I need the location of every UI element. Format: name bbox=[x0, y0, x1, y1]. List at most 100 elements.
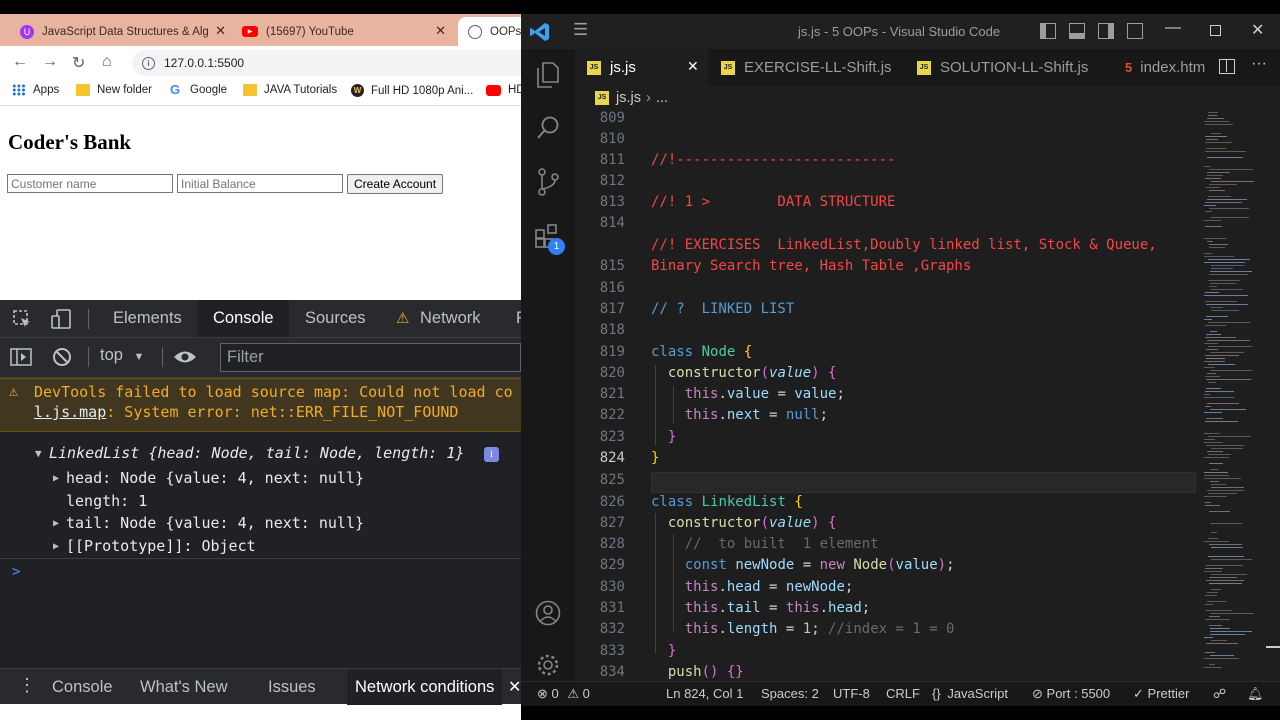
drawer-tab-console[interactable]: Console bbox=[52, 669, 113, 705]
property-tail[interactable]: tail: Node {value: 4, next: null} bbox=[66, 514, 364, 532]
console-prompt[interactable]: > bbox=[12, 564, 20, 580]
browser-tab-udemy[interactable]: U JavaScript Data Structures & Alg ✕ bbox=[10, 17, 232, 46]
site-info-icon[interactable]: i bbox=[142, 56, 155, 70]
minimap-line bbox=[1204, 571, 1222, 572]
minimap-line bbox=[1206, 334, 1221, 335]
info-icon[interactable]: i bbox=[484, 447, 499, 462]
split-editor-icon[interactable] bbox=[1219, 59, 1235, 74]
property-prototype[interactable]: [[Prototype]]: Object bbox=[66, 537, 256, 555]
end-of-line[interactable]: CRLF bbox=[886, 686, 920, 701]
toggle-sidebar-icon[interactable] bbox=[1040, 23, 1056, 39]
gear-icon[interactable] bbox=[535, 652, 561, 678]
bookmark-apps[interactable]: Apps bbox=[12, 84, 59, 96]
back-arrow-icon[interactable]: ← bbox=[12, 53, 28, 71]
tab-sources[interactable]: Sources bbox=[295, 300, 376, 337]
browser-tab-youtube[interactable]: ▶ (15697) YouTube ✕ bbox=[234, 17, 454, 46]
object-summary[interactable]: LinkedList {head: Node, tail: Node, leng… bbox=[49, 444, 464, 462]
forward-arrow-icon[interactable]: → bbox=[42, 53, 58, 71]
indentation[interactable]: Spaces: 2 bbox=[761, 686, 819, 701]
live-server-port[interactable]: ⊘ Port : 5500 bbox=[1032, 686, 1110, 702]
tab-performance[interactable]: P bbox=[506, 300, 521, 337]
bookmark-new-folder[interactable]: New folder bbox=[76, 84, 152, 96]
tab-network[interactable]: Network bbox=[410, 300, 491, 337]
editor-tab-exercise[interactable]: JS EXERCISE-LL-Shift.js bbox=[709, 49, 904, 86]
home-icon[interactable]: ⌂ bbox=[102, 53, 112, 71]
close-window-icon[interactable]: ✕ bbox=[1251, 20, 1264, 40]
account-icon[interactable] bbox=[535, 600, 561, 626]
minimap-line bbox=[1208, 280, 1240, 281]
tab-console[interactable]: Console bbox=[197, 300, 289, 337]
search-icon[interactable] bbox=[535, 114, 561, 142]
minimap-line bbox=[1211, 268, 1233, 269]
problems-indicator[interactable]: ⊗ 0 ⚠ 0 bbox=[537, 686, 590, 702]
toggle-secondary-sidebar-icon[interactable] bbox=[1098, 23, 1114, 39]
property-head[interactable]: head: Node {value: 4, next: null} bbox=[66, 469, 364, 487]
source-map-link[interactable]: l.js.map bbox=[34, 403, 106, 421]
close-tab-icon[interactable]: ✕ bbox=[435, 23, 446, 39]
minimap-line bbox=[1204, 496, 1227, 497]
address-bar[interactable]: i 127.0.0.1:5500 bbox=[132, 50, 521, 76]
sidebar-toggle-icon[interactable] bbox=[10, 347, 32, 367]
drawer-tab-network-conditions[interactable]: Network conditions bbox=[347, 669, 503, 705]
customer-name-input[interactable] bbox=[7, 174, 173, 193]
menu-icon[interactable]: ☰ bbox=[573, 20, 588, 40]
breadcrumb-file[interactable]: js.js bbox=[616, 90, 641, 106]
device-toolbar-icon[interactable] bbox=[50, 308, 72, 330]
cursor-position[interactable]: Ln 824, Col 1 bbox=[666, 686, 743, 701]
editor-tab-solution[interactable]: JS SOLUTION-LL-Shift.js bbox=[905, 49, 1105, 86]
editor-tab-index[interactable]: 5 index.htm bbox=[1113, 49, 1217, 86]
source-control-icon[interactable] bbox=[535, 167, 561, 197]
context-selector[interactable]: top ▼ bbox=[100, 346, 144, 365]
comment: //index = 1 = 0 bbox=[828, 621, 955, 637]
drawer-tab-issues[interactable]: Issues bbox=[268, 669, 316, 705]
minimap-line bbox=[1210, 631, 1252, 632]
create-account-button[interactable]: Create Account bbox=[347, 174, 444, 194]
toggle-panel-icon[interactable] bbox=[1069, 23, 1085, 39]
explorer-icon[interactable] bbox=[535, 61, 561, 89]
minimap-line bbox=[1204, 541, 1229, 542]
editor-tab-label: EXERCISE-LL-Shift.js bbox=[744, 59, 892, 76]
feedback-icon[interactable]: ☍ bbox=[1213, 686, 1226, 702]
eye-icon[interactable] bbox=[173, 348, 197, 366]
reload-icon[interactable]: ↻ bbox=[72, 53, 85, 73]
bookmark-full-hd[interactable]: W Full HD 1080p Ani... bbox=[351, 84, 473, 97]
editor-tab-js[interactable]: JS js.js ✕ bbox=[575, 49, 708, 86]
maximize-icon[interactable] bbox=[1210, 25, 1221, 36]
code-editor[interactable]: 809 810 811 812 813 814 815 816 817 818 819 820 821 8… bbox=[575, 110, 1196, 681]
code-line-831: this.length = 1; //index = 1 = 0 bbox=[684, 621, 955, 637]
minimize-icon[interactable]: — bbox=[1165, 19, 1181, 37]
encoding[interactable]: UTF-8 bbox=[833, 686, 870, 701]
object-summary-text: LinkedList {head: Node, tail: Node, leng… bbox=[49, 444, 465, 462]
minimap-line bbox=[1208, 556, 1244, 557]
more-actions-icon[interactable]: ··· bbox=[1251, 55, 1267, 73]
breadcrumb-symbol[interactable]: ... bbox=[656, 90, 668, 106]
console-filter-input[interactable]: Filter bbox=[220, 343, 521, 372]
expand-triangle-icon[interactable]: ▼ bbox=[35, 447, 42, 460]
drawer-tab-whats-new[interactable]: What's New bbox=[140, 669, 228, 705]
bookmark-java-tutorials[interactable]: JAVA Tutorials bbox=[243, 84, 337, 96]
close-icon[interactable]: ✕ bbox=[508, 677, 521, 697]
divider bbox=[88, 347, 89, 367]
clear-console-icon[interactable] bbox=[52, 347, 72, 367]
more-vertical-icon[interactable]: ⋮ bbox=[18, 676, 36, 694]
customize-layout-icon[interactable] bbox=[1127, 23, 1143, 39]
bookmark-hd[interactable]: HD bbox=[486, 84, 521, 96]
close-tab-icon[interactable]: ✕ bbox=[687, 58, 699, 75]
bell-icon[interactable]: 🔔︎ bbox=[1247, 686, 1264, 702]
bookmark-label: Apps bbox=[33, 84, 60, 96]
expand-triangle-icon[interactable]: ▶ bbox=[53, 541, 59, 552]
tab-elements[interactable]: Elements bbox=[103, 300, 192, 337]
close-tab-icon[interactable]: ✕ bbox=[215, 23, 226, 39]
line-number: 822 bbox=[599, 407, 625, 423]
scrollbar-thumb[interactable] bbox=[1266, 646, 1280, 648]
browser-tab-oops[interactable]: OOPs bbox=[458, 17, 521, 46]
language-mode[interactable]: {} JavaScript bbox=[932, 686, 1008, 701]
prettier-status[interactable]: ✓ Prettier bbox=[1133, 686, 1189, 702]
minimap[interactable] bbox=[1196, 110, 1280, 681]
expand-triangle-icon[interactable]: ▶ bbox=[53, 473, 59, 484]
bookmark-google[interactable]: G Google bbox=[170, 83, 227, 96]
divider bbox=[162, 347, 163, 367]
inspect-element-icon[interactable] bbox=[12, 309, 32, 329]
expand-triangle-icon[interactable]: ▶ bbox=[53, 518, 59, 529]
initial-balance-input[interactable] bbox=[177, 174, 343, 193]
